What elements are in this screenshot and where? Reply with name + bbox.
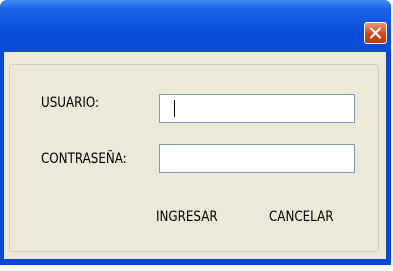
close-x-icon [369,27,382,39]
text-caret [174,100,175,117]
login-groupbox: USUARIO: CONTRASEÑA: INGRESAR CANCELAR [9,64,379,252]
password-input[interactable] [159,144,355,173]
dialog-body: USUARIO: CONTRASEÑA: INGRESAR CANCELAR [4,52,386,259]
close-button[interactable] [364,22,387,44]
password-label: CONTRASEÑA: [41,151,127,167]
login-window: USUARIO: CONTRASEÑA: INGRESAR CANCELAR [0,0,391,265]
user-label: USUARIO: [41,95,100,111]
ingresar-button[interactable]: INGRESAR [156,209,218,225]
user-input[interactable] [159,94,355,123]
title-bar[interactable] [0,0,391,52]
cancelar-button[interactable]: CANCELAR [269,209,333,225]
